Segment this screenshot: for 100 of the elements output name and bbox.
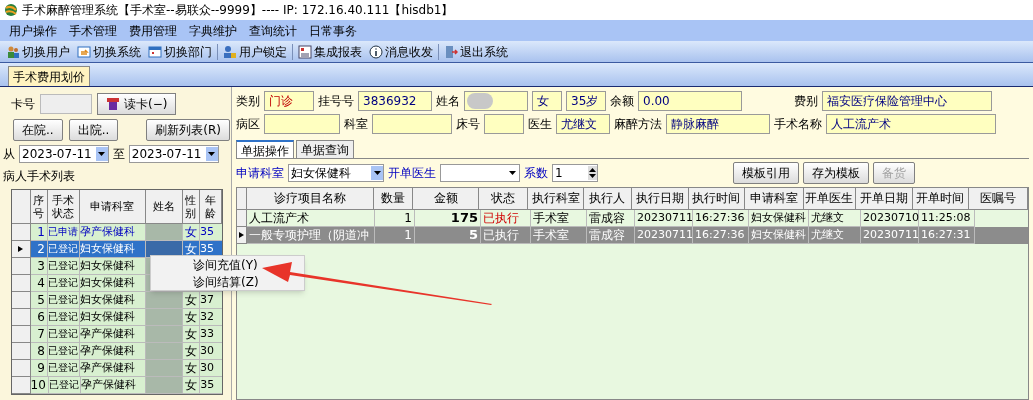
doctor-dropdown[interactable] bbox=[440, 164, 520, 182]
tab[interactable]: 单据查询 bbox=[296, 140, 354, 158]
bed-field[interactable] bbox=[484, 114, 524, 134]
table-row[interactable]: 1 已申请 孕产保健科 女 35 bbox=[12, 224, 222, 241]
operation-field[interactable]: 人工流产术 bbox=[826, 114, 996, 134]
table-cell: 16:27:36 bbox=[693, 227, 749, 244]
table-row[interactable]: 7 已登记 孕产保健科 女 33 bbox=[12, 326, 222, 343]
blurred-name bbox=[146, 377, 184, 394]
field-label: 从 bbox=[3, 146, 15, 163]
read-card-button[interactable]: 读卡(−) bbox=[97, 93, 177, 115]
registration-field[interactable]: 3836932 bbox=[358, 91, 432, 111]
dropdown-arrow-icon bbox=[373, 170, 381, 176]
field-label: 卡号 bbox=[11, 96, 35, 113]
table-row[interactable]: 9 已登记 孕产保健科 女 30 bbox=[12, 360, 222, 377]
field-label: 医生 bbox=[528, 116, 552, 133]
coefficient-spinner[interactable]: 1 bbox=[552, 164, 598, 182]
app-logo-icon bbox=[4, 3, 18, 17]
table-row[interactable]: 6 已登记 妇女保健科 女 32 bbox=[12, 309, 222, 326]
table-cell: 一般专项护理（阴道冲 bbox=[247, 227, 375, 244]
info-icon bbox=[369, 44, 383, 59]
name-field[interactable] bbox=[464, 91, 528, 111]
blurred-name bbox=[145, 343, 184, 360]
field-label: 挂号号 bbox=[318, 93, 354, 110]
menu-item[interactable]: 日常事务 bbox=[304, 21, 362, 40]
blurred-name bbox=[145, 224, 184, 241]
dept-field[interactable] bbox=[372, 114, 452, 134]
toolbar-button[interactable]: 用户锁定 bbox=[221, 42, 289, 61]
spin-arrows-icon bbox=[588, 166, 597, 180]
anesthesia-field[interactable]: 静脉麻醉 bbox=[666, 114, 770, 134]
save-template-button[interactable]: 存为模板 bbox=[803, 162, 869, 184]
table-cell: 10 bbox=[30, 377, 49, 394]
card-reader-icon bbox=[106, 97, 120, 111]
door-icon bbox=[444, 44, 458, 59]
gender-field[interactable]: 女 bbox=[532, 91, 562, 111]
field-label: 类别 bbox=[236, 93, 260, 110]
blurred-name bbox=[145, 360, 184, 377]
table-row[interactable]: 5 已登记 妇女保健科 女 37 bbox=[12, 292, 222, 309]
row-header[interactable] bbox=[12, 241, 31, 258]
field-label: 病区 bbox=[236, 116, 260, 133]
blurred-name bbox=[145, 326, 184, 343]
field-label: 余额 bbox=[610, 93, 634, 110]
table-row[interactable]: 2 已登记 妇女保健科 女 35 bbox=[12, 241, 222, 258]
table-row[interactable]: 10 已登记 孕产保健科 女 35 bbox=[12, 377, 222, 394]
row-pointer-icon bbox=[238, 232, 245, 238]
table-cell: 手术室 bbox=[531, 227, 587, 244]
row-header[interactable] bbox=[237, 227, 247, 244]
dept-dropdown[interactable]: 妇女保健科 bbox=[288, 164, 384, 182]
field-label: 床号 bbox=[456, 116, 480, 133]
table-cell: 妇女保健科 bbox=[749, 227, 809, 244]
field-label: 系数 bbox=[524, 165, 548, 182]
table-cell: 已登记 bbox=[48, 377, 81, 394]
menu-item[interactable]: 费用管理 bbox=[124, 21, 182, 40]
category-field[interactable]: 门诊 bbox=[264, 91, 314, 111]
date-picker[interactable]: 2023-07-11 bbox=[19, 145, 109, 163]
fee-type-field[interactable]: 福安医疗保险管理中心 bbox=[822, 91, 992, 111]
ward-field[interactable] bbox=[264, 114, 340, 134]
in-hospital-button[interactable]: 在院.. bbox=[13, 119, 63, 141]
document-tab[interactable]: 手术费用划价 bbox=[8, 66, 90, 86]
menu-item[interactable]: 字典维护 bbox=[184, 21, 242, 40]
table-cell: 20230711 bbox=[635, 227, 693, 244]
table-cell: 女 bbox=[183, 377, 201, 394]
toolbar-button[interactable]: 切换部门 bbox=[146, 42, 214, 61]
table-row[interactable]: 8 已登记 孕产保健科 女 30 bbox=[12, 343, 222, 360]
menu-item[interactable]: 用户操作 bbox=[4, 21, 62, 40]
toolbar-button[interactable]: 消息收发 bbox=[367, 42, 435, 61]
doctor-field[interactable]: 尤继文 bbox=[556, 114, 610, 134]
table-cell: 1 bbox=[375, 227, 415, 244]
toolbar-button[interactable]: 集成报表 bbox=[296, 42, 364, 61]
toolbar-button[interactable]: 切换系统 bbox=[75, 42, 143, 61]
table-cell: 5 bbox=[415, 227, 481, 244]
group-title: 病人手术列表 bbox=[3, 168, 76, 185]
window-title: 手术麻醉管理系统【手术室--易联众--9999】---- IP: 172.16.40.111【hisdb1】 bbox=[22, 2, 454, 19]
balance-field[interactable]: 0.00 bbox=[638, 91, 742, 111]
toolbar-button[interactable]: 退出系统 bbox=[442, 42, 510, 61]
field-label: 费别 bbox=[794, 93, 818, 110]
date-picker[interactable]: 2023-07-11 bbox=[128, 145, 219, 163]
calendar-icon bbox=[148, 44, 162, 59]
table-cell: 20230711 bbox=[861, 227, 919, 244]
menu-item[interactable]: 手术管理 bbox=[64, 21, 122, 40]
users-icon bbox=[6, 44, 20, 59]
age-field[interactable]: 35岁 bbox=[566, 91, 606, 111]
field-label: 开单医生 bbox=[388, 165, 436, 182]
toolbar-button[interactable]: 切换用户 bbox=[4, 42, 72, 61]
discharged-button[interactable]: 出院.. bbox=[68, 119, 119, 141]
field-label: 手术名称 bbox=[774, 116, 822, 133]
blurred-name bbox=[145, 309, 184, 326]
refresh-list-button[interactable]: 刷新列表(R) bbox=[146, 119, 230, 141]
table-cell: 16:27:31 bbox=[919, 227, 975, 244]
tab[interactable]: 单据操作 bbox=[236, 140, 294, 158]
row-pointer-icon bbox=[17, 246, 25, 252]
grid-icon bbox=[298, 44, 312, 59]
menu-item[interactable]: 查询统计 bbox=[244, 21, 302, 40]
field-label: 麻醉方法 bbox=[614, 116, 662, 133]
table-cell: 35 bbox=[200, 377, 222, 394]
window-icon bbox=[77, 44, 91, 59]
field-label: 姓名 bbox=[436, 93, 460, 110]
card-number-field[interactable] bbox=[40, 94, 92, 114]
template-use-button[interactable]: 模板引用 bbox=[733, 162, 799, 184]
field-label: 至 bbox=[112, 146, 125, 163]
dropdown-arrow-icon bbox=[509, 170, 516, 176]
